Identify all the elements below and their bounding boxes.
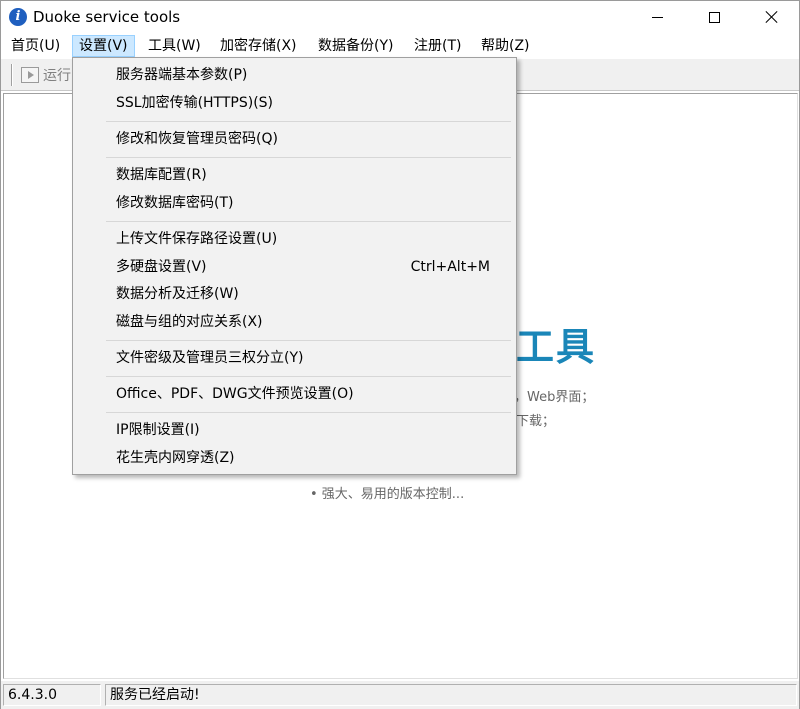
menu-encrypted-storage[interactable]: 加密存储(X)	[214, 35, 303, 57]
settings-dropdown-menu: 服务器端基本参数(P) SSL加密传输(HTTPS)(S) 修改和恢复管理员密码…	[72, 57, 517, 475]
menu-help[interactable]: 帮助(Z)	[475, 35, 536, 57]
menu-item-preview-settings[interactable]: Office、PDF、DWG文件预览设置(O)	[75, 381, 514, 407]
menu-separator	[106, 221, 511, 222]
feature-line: ，Web界面；	[514, 390, 595, 405]
close-icon	[765, 10, 779, 24]
menu-item-data-migration[interactable]: 数据分析及迁移(W)	[75, 281, 514, 307]
close-button[interactable]	[749, 1, 795, 33]
app-window: i Duoke service tools 首页(U) 设置(V) 工具(W) …	[0, 0, 800, 709]
minimize-button[interactable]	[634, 1, 680, 33]
window-title: Duoke service tools	[33, 8, 181, 26]
menu-settings[interactable]: 设置(V)	[72, 35, 135, 57]
menu-item-database-password[interactable]: 修改数据库密码(T)	[75, 190, 514, 216]
feature-line: 下载；	[516, 414, 556, 429]
menu-item-ip-restriction[interactable]: IP限制设置(I)	[75, 417, 514, 443]
menu-item-server-params[interactable]: 服务器端基本参数(P)	[75, 62, 514, 88]
info-i-icon: i	[9, 8, 27, 26]
menu-item-file-security-level[interactable]: 文件密级及管理员三权分立(Y)	[75, 345, 514, 371]
toolbar-grip	[11, 64, 13, 86]
menu-separator	[106, 412, 511, 413]
hero-title: 工具	[516, 325, 597, 369]
status-bar: 6.4.3.0 服务已经启动!	[1, 681, 799, 709]
menu-separator	[106, 340, 511, 341]
maximize-icon	[708, 11, 720, 23]
menu-item-ssl-https[interactable]: SSL加密传输(HTTPS)(S)	[75, 90, 514, 116]
menu-separator	[106, 121, 511, 122]
menu-item-multi-disk[interactable]: 多硬盘设置(V) Ctrl+Alt+M	[75, 254, 514, 280]
maximize-button[interactable]	[691, 1, 737, 33]
feature-line: • 强大、易用的版本控制...	[310, 487, 465, 502]
menu-separator	[106, 376, 511, 377]
menu-data-backup[interactable]: 数据备份(Y)	[312, 35, 399, 57]
menu-home[interactable]: 首页(U)	[5, 35, 66, 57]
status-version: 6.4.3.0	[3, 684, 101, 706]
menu-item-admin-password[interactable]: 修改和恢复管理员密码(Q)	[75, 126, 514, 152]
menu-item-intranet-penetration[interactable]: 花生壳内网穿透(Z)	[75, 445, 514, 471]
menu-register[interactable]: 注册(T)	[408, 35, 467, 57]
menu-item-shortcut: Ctrl+Alt+M	[410, 259, 490, 275]
menu-tools[interactable]: 工具(W)	[142, 35, 207, 57]
menu-item-database-config[interactable]: 数据库配置(R)	[75, 162, 514, 188]
run-button-label: 运行	[43, 68, 71, 84]
menu-item-label: 多硬盘设置(V)	[116, 259, 207, 275]
title-bar: i Duoke service tools	[1, 1, 799, 33]
menu-item-upload-path[interactable]: 上传文件保存路径设置(U)	[75, 226, 514, 252]
minimize-icon	[651, 16, 663, 18]
status-message: 服务已经启动!	[105, 684, 797, 706]
run-button[interactable]: 运行	[21, 65, 71, 85]
play-icon	[21, 67, 39, 83]
menu-bar: 首页(U) 设置(V) 工具(W) 加密存储(X) 数据备份(Y) 注册(T) …	[1, 34, 799, 58]
menu-separator	[106, 157, 511, 158]
menu-item-disk-group-mapping[interactable]: 磁盘与组的对应关系(X)	[75, 309, 514, 335]
